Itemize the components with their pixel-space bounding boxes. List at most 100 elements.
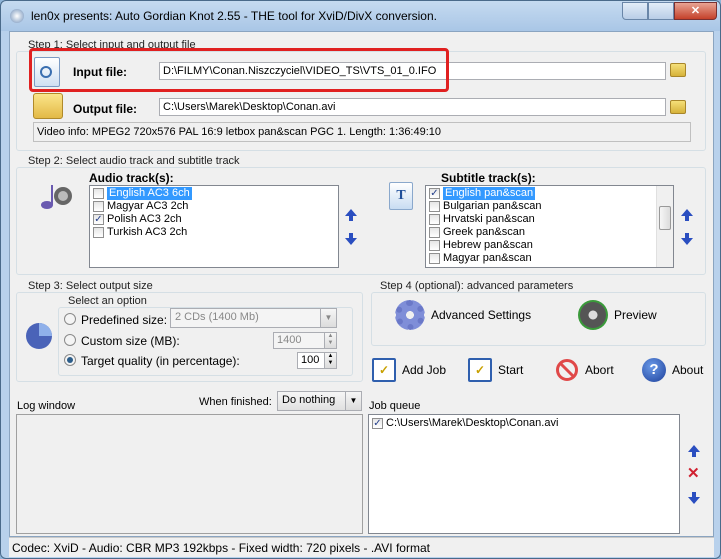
spin-arrows-icon[interactable]: ▲ ▼: [324, 353, 336, 368]
step2-label: Step 2: Select audio track and subtitle …: [26, 155, 242, 167]
item-label: Hrvatski pan&scan: [443, 213, 535, 225]
item-label: English AC3 6ch: [107, 187, 192, 200]
subtitle-icon: T: [389, 182, 413, 210]
minimize-button[interactable]: [622, 2, 648, 20]
item-label: Polish AC3 2ch: [107, 213, 182, 225]
item-label: Greek pan&scan: [443, 226, 525, 238]
when-finished-dropdown[interactable]: Do nothing ▼: [277, 391, 362, 411]
about-button[interactable]: ? About: [642, 358, 703, 382]
preview-button[interactable]: Preview: [578, 300, 657, 330]
checkbox[interactable]: [93, 227, 104, 238]
custom-size-radio[interactable]: [64, 334, 76, 346]
target-quality-radio[interactable]: [64, 354, 76, 366]
custom-size-spinner[interactable]: 1400 ▲ ▼: [273, 332, 337, 349]
spin-arrows-icon[interactable]: ▲ ▼: [324, 333, 336, 348]
audio-track-item[interactable]: ✓ Polish AC3 2ch: [90, 213, 338, 226]
start-label: Start: [498, 363, 524, 377]
app-window: len0x presents: Auto Gordian Knot 2.55 -…: [0, 0, 721, 559]
step4-label: Step 4 (optional): advanced parameters: [378, 280, 576, 292]
status-text: Codec: XviD - Audio: CBR MP3 192kbps - F…: [12, 541, 430, 555]
checkbox[interactable]: [429, 214, 440, 225]
film-reel-icon: [578, 300, 608, 330]
subtitle-track-item[interactable]: ✓ English pan&scan: [426, 187, 673, 200]
when-finished-label: When finished:: [199, 396, 272, 408]
subtitle-track-item[interactable]: Hrvatski pan&scan: [426, 213, 673, 226]
job-queue-item[interactable]: ✓ C:\Users\Marek\Desktop\Conan.avi: [369, 417, 679, 430]
close-button[interactable]: ✕: [674, 2, 717, 20]
checkbox[interactable]: [429, 240, 440, 251]
checkbox[interactable]: [429, 201, 440, 212]
job-move-down-icon[interactable]: [687, 491, 701, 505]
item-label: Turkish AC3 2ch: [107, 226, 188, 238]
target-quality-value: 100: [301, 354, 320, 366]
log-window-label: Log window: [17, 400, 76, 412]
job-move-up-icon[interactable]: [687, 444, 701, 458]
predefined-size-label: Predefined size:: [81, 313, 168, 327]
checkbox[interactable]: [429, 227, 440, 238]
subtitle-move-up-icon[interactable]: [680, 208, 694, 222]
input-highlight-box: [29, 48, 449, 92]
browse-input-folder-icon[interactable]: [670, 63, 686, 77]
abort-button[interactable]: Abort: [555, 358, 614, 382]
job-remove-icon[interactable]: ✕: [687, 466, 701, 481]
maximize-button[interactable]: [648, 2, 674, 20]
subtitle-move-down-icon[interactable]: [680, 232, 694, 246]
start-button[interactable]: ✓ Start: [468, 358, 523, 382]
item-label: Magyar pan&scan: [443, 252, 532, 264]
checkbox[interactable]: [93, 188, 104, 199]
window-title: len0x presents: Auto Gordian Knot 2.55 -…: [31, 9, 437, 23]
item-label: Hebrew pan&scan: [443, 239, 533, 251]
subtitle-track-item[interactable]: Hebrew pan&scan: [426, 239, 673, 252]
item-label: Bulgarian pan&scan: [443, 200, 542, 212]
audio-icon: [39, 181, 73, 211]
add-job-label: Add Job: [402, 363, 447, 377]
audio-move-up-icon[interactable]: [344, 208, 358, 222]
custom-size-label: Custom size (MB):: [81, 334, 180, 348]
checkbox[interactable]: ✓: [429, 188, 440, 199]
checkbox[interactable]: ✓: [372, 418, 383, 429]
help-icon: ?: [642, 358, 666, 382]
chevron-down-icon[interactable]: ▼: [345, 392, 361, 410]
app-icon: [10, 9, 24, 23]
audio-track-item[interactable]: English AC3 6ch: [90, 187, 338, 200]
audio-move-down-icon[interactable]: [344, 232, 358, 246]
target-quality-spinner[interactable]: 100 ▲ ▼: [297, 352, 337, 369]
preview-label: Preview: [614, 308, 657, 322]
audio-track-item[interactable]: Turkish AC3 2ch: [90, 226, 338, 239]
start-icon: ✓: [468, 358, 492, 382]
predefined-size-dropdown[interactable]: 2 CDs (1400 Mb) ▼: [170, 308, 337, 328]
browse-output-folder-icon[interactable]: [670, 100, 686, 114]
predefined-size-radio[interactable]: [64, 313, 76, 325]
chevron-down-icon[interactable]: ▼: [320, 309, 336, 327]
log-window: [16, 414, 363, 534]
subtitle-track-item[interactable]: Bulgarian pan&scan: [426, 200, 673, 213]
checkbox[interactable]: [93, 201, 104, 212]
audio-track-list[interactable]: English AC3 6ch Magyar AC3 2ch ✓ Polish AC3…: [89, 185, 339, 268]
abort-label: Abort: [585, 363, 614, 377]
subtitle-scrollbar[interactable]: [656, 186, 673, 267]
video-info: Video info: MPEG2 720x576 PAL 16:9 letbo…: [33, 122, 691, 142]
pie-chart-icon: [23, 319, 55, 351]
job-queue-list[interactable]: ✓ C:\Users\Marek\Desktop\Conan.avi: [368, 414, 680, 534]
job-queue-label: Job queue: [369, 400, 421, 412]
select-option-label: Select an option: [66, 295, 149, 307]
subtitle-track-item[interactable]: Magyar pan&scan: [426, 252, 673, 265]
gear-icon: [395, 300, 425, 330]
target-quality-label: Target quality (in percentage):: [81, 354, 240, 368]
add-job-icon: ✓: [372, 358, 396, 382]
subtitle-track-item[interactable]: Greek pan&scan: [426, 226, 673, 239]
output-file-label: Output file:: [73, 102, 137, 116]
subtitle-track-list[interactable]: ✓ English pan&scan Bulgarian pan&scan Hrvat…: [425, 185, 674, 268]
audio-tracks-label: Audio track(s):: [89, 171, 174, 185]
output-file-field[interactable]: C:\Users\Marek\Desktop\Conan.avi: [159, 98, 666, 116]
checkbox[interactable]: [429, 253, 440, 264]
checkbox[interactable]: ✓: [93, 214, 104, 225]
custom-size-value: 1400: [277, 334, 302, 346]
item-label: C:\Users\Marek\Desktop\Conan.avi: [386, 417, 559, 429]
item-label: English pan&scan: [443, 187, 536, 200]
advanced-settings-button[interactable]: Advanced Settings: [395, 300, 531, 330]
audio-track-item[interactable]: Magyar AC3 2ch: [90, 200, 338, 213]
step3-label: Step 3: Select output size: [26, 280, 155, 292]
add-job-button[interactable]: ✓ Add Job: [372, 358, 446, 382]
about-label: About: [672, 363, 704, 377]
